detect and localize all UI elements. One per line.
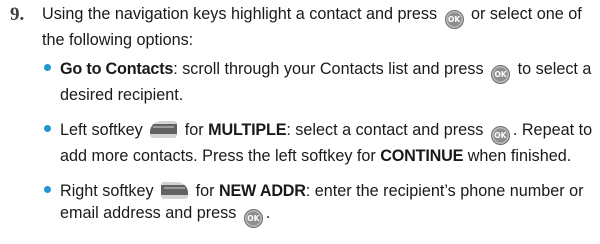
option-for: for [180, 121, 209, 139]
right-softkey-icon [161, 182, 189, 199]
option-go-to-contacts: Go to Contacts: scroll through your Cont… [42, 58, 594, 106]
option-text-end: . [265, 204, 271, 222]
step-number: 9. [10, 4, 25, 25]
option-new-addr: Right softkey for NEW ADDR: enter the re… [42, 180, 594, 228]
option-list: Go to Contacts: scroll through your Cont… [42, 58, 594, 241]
option-keyword: MULTIPLE [208, 121, 287, 139]
ok-key-icon: OK [490, 126, 510, 145]
bullet-icon [44, 64, 51, 71]
bullet-icon [44, 125, 51, 132]
option-keyword: Go to Contacts [60, 60, 174, 78]
manual-page: 9. Using the navigation keys highlight a… [0, 0, 600, 244]
option-lead: Left softkey [60, 121, 148, 139]
option-text: : scroll through your Contacts list and … [173, 60, 489, 78]
bullet-icon [44, 186, 51, 193]
option-multiple: Left softkey for MULTIPLE: select a cont… [42, 119, 594, 167]
option-for: for [191, 182, 219, 200]
ok-key-icon: OK [243, 209, 263, 228]
option-lead: Right softkey [60, 182, 159, 200]
step-instruction: Using the navigation keys highlight a co… [42, 3, 594, 51]
step-intro-text: Using the navigation keys highlight a co… [42, 5, 442, 23]
left-softkey-icon [150, 121, 178, 138]
option-text-end: when finished. [463, 147, 572, 165]
option-keyword-continue: CONTINUE [380, 147, 464, 165]
ok-key-icon: OK [444, 10, 464, 29]
ok-key-icon: OK [491, 65, 511, 84]
option-text: : select a contact and press [286, 121, 488, 139]
option-keyword: NEW ADDR [218, 182, 306, 200]
